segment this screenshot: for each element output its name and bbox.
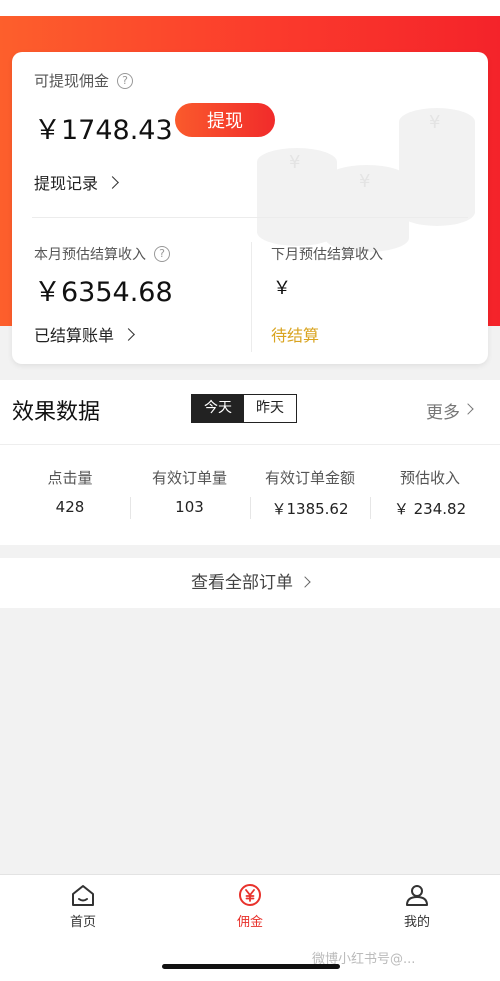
withdrawable-label: 可提现佣金 (34, 72, 110, 90)
chevron-right-icon (299, 576, 311, 588)
stat-value: ￥1385.62 (271, 500, 349, 518)
this-month-label-row: 本月预估结算收入 ? (34, 244, 170, 264)
stats-panel: 点击量 428 有效订单量 103 有效订单金额 ￥1385.62 预估收入 ￥… (0, 444, 500, 545)
view-all-orders-label: 查看全部订单 (191, 573, 293, 593)
stat-valid-orders: 有效订单量 103 (137, 467, 242, 516)
stat-estimated-income: 预估收入 ￥ 234.82 (380, 467, 480, 519)
effect-data-header: 效果数据 今天 昨天 更多 (0, 380, 500, 444)
stat-valid-order-amount: 有效订单金额 ￥1385.62 (255, 467, 365, 519)
divider (250, 497, 251, 519)
stat-clicks: 点击量 428 (20, 467, 120, 516)
this-month-amount: ￥6354.68 (34, 277, 173, 308)
settled-bill-link[interactable]: 已结算账单 (34, 322, 135, 346)
stat-label: 有效订单金额 (264, 469, 355, 487)
svg-text:¥: ¥ (429, 112, 440, 133)
divider (130, 497, 131, 519)
help-icon[interactable]: ? (117, 72, 134, 89)
tab-commission[interactable]: 佣金 (205, 883, 295, 930)
tab-label: 首页 (69, 915, 96, 930)
tab-home[interactable]: 首页 (38, 883, 128, 930)
user-icon (406, 885, 428, 906)
tab-mine[interactable]: 我的 (372, 883, 462, 930)
help-icon[interactable]: ? (154, 246, 170, 262)
next-month-label: 下月预估结算收入 (271, 247, 383, 263)
stat-value: ￥ 234.82 (393, 500, 467, 518)
coins-illustration-icon: ¥ ¥ ¥ (257, 108, 475, 252)
withdrawable-amount: ￥1748.43 (34, 115, 173, 146)
view-all-orders-link[interactable]: 查看全部订单 (0, 558, 500, 608)
stat-value: 428 (55, 498, 85, 516)
status-bar-area (0, 0, 500, 16)
balance-card: ¥ ¥ ¥ 可提现佣金 ? ￥1748.43 提现 提现记录 本月预估结算收入 … (12, 52, 488, 364)
withdraw-record-label: 提现记录 (34, 174, 99, 193)
tab-label: 佣金 (236, 915, 263, 930)
stat-label: 点击量 (47, 469, 93, 487)
this-month-label: 本月预估结算收入 (34, 247, 146, 263)
svg-text:¥: ¥ (359, 171, 370, 192)
stat-value: 103 (175, 498, 204, 516)
effect-data-title: 效果数据 (12, 400, 101, 425)
divider (32, 217, 468, 218)
divider (251, 242, 252, 352)
more-link[interactable]: 更多 (426, 398, 460, 423)
withdrawable-label-row: 可提现佣金 ? (34, 70, 134, 91)
withdraw-button[interactable]: 提现 (175, 103, 275, 137)
chevron-right-icon (462, 403, 474, 415)
tab-label: 我的 (403, 915, 430, 930)
settled-bill-label: 已结算账单 (34, 326, 115, 345)
next-month-amount: ￥ (273, 278, 291, 299)
chevron-right-icon (106, 175, 119, 189)
stat-label: 预估收入 (399, 469, 460, 487)
commission-yen-icon (239, 884, 261, 906)
svg-text:¥: ¥ (289, 152, 300, 173)
chevron-right-icon (122, 327, 135, 341)
toggle-today[interactable]: 今天 (192, 395, 244, 422)
home-indicator (162, 964, 340, 969)
withdraw-record-link[interactable]: 提现记录 (34, 170, 119, 194)
stat-label: 有效订单量 (151, 469, 227, 487)
divider (370, 497, 371, 519)
pending-settlement-label: 待结算 (271, 326, 320, 345)
day-toggle: 今天 昨天 (191, 394, 297, 423)
toggle-yesterday[interactable]: 昨天 (244, 395, 296, 422)
home-icon (72, 885, 94, 906)
